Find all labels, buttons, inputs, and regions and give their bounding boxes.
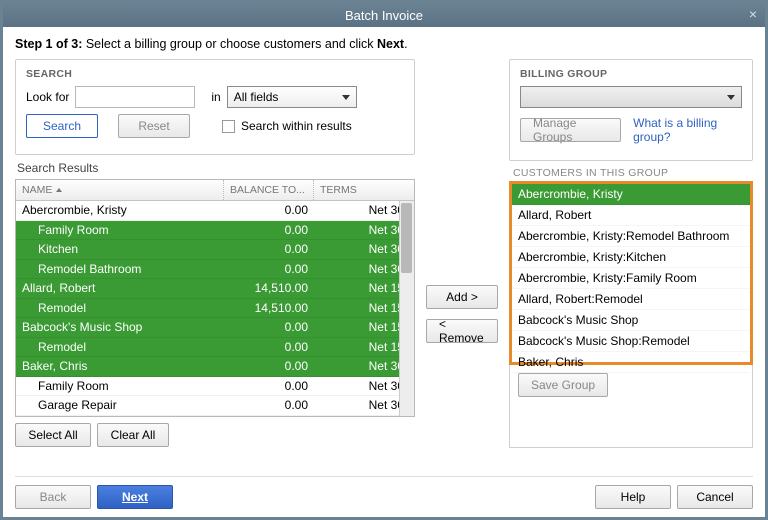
in-label: in [211, 90, 220, 104]
remove-button[interactable]: < Remove [426, 319, 498, 343]
select-all-button[interactable]: Select All [15, 423, 91, 447]
billing-group-title: BILLING GROUP [520, 68, 742, 80]
list-item[interactable]: Allard, Robert:Remodel [512, 289, 750, 310]
batch-invoice-window: Batch Invoice × Step 1 of 3: Select a bi… [0, 0, 768, 520]
list-item[interactable]: Abercrombie, Kristy:Family Room [512, 268, 750, 289]
chevron-down-icon [727, 95, 735, 100]
list-item[interactable]: Allard, Robert [512, 205, 750, 226]
window-title: Batch Invoice [345, 8, 423, 23]
save-group-button[interactable]: Save Group [518, 373, 608, 397]
sort-asc-icon [56, 188, 62, 192]
list-item[interactable]: Abercrombie, Kristy [512, 184, 750, 205]
table-row[interactable]: Baker, Chris0.00Net 30 [16, 357, 414, 377]
search-within-checkbox[interactable] [222, 120, 235, 133]
results-label: Search Results [17, 161, 415, 175]
table-row[interactable]: Remodel Bathroom0.00Net 30 [16, 260, 414, 280]
table-row[interactable]: Allard, Robert14,510.00Net 15 [16, 279, 414, 299]
search-within-label: Search within results [241, 119, 352, 133]
table-row[interactable]: Kitchen0.00Net 30 [16, 240, 414, 260]
table-row[interactable]: Garage Repair0.00Net 30 [16, 396, 414, 416]
list-item[interactable]: Abercrombie, Kristy:Remodel Bathroom [512, 226, 750, 247]
search-button[interactable]: Search [26, 114, 98, 138]
table-row[interactable]: Family Room0.00Net 30 [16, 221, 414, 241]
table-row[interactable]: Remodel14,510.00Net 15 [16, 299, 414, 319]
lookfor-label: Look for [26, 90, 69, 104]
table-row[interactable]: Remodel0.00Net 15 [16, 338, 414, 358]
grid-header[interactable]: NAME BALANCE TO... TERMS [16, 180, 414, 201]
titlebar: Batch Invoice × [3, 3, 765, 27]
billing-group-select[interactable] [520, 86, 742, 108]
lookfor-input[interactable] [75, 86, 195, 108]
step-instruction: Step 1 of 3: Select a billing group or c… [15, 37, 753, 51]
customers-label: CUSTOMERS IN THIS GROUP [513, 167, 753, 179]
fields-select[interactable]: All fields [227, 86, 357, 108]
dialog-footer: Back Next Help Cancel [15, 476, 753, 509]
table-row[interactable]: Babcock's Music Shop0.00Net 15 [16, 318, 414, 338]
add-button[interactable]: Add > [426, 285, 498, 309]
search-panel: SEARCH Look for in All fields Search Res… [15, 59, 415, 155]
list-item[interactable]: Babcock's Music Shop:Remodel [512, 331, 750, 352]
chevron-down-icon [342, 95, 350, 100]
results-grid: NAME BALANCE TO... TERMS Abercrombie, Kr… [15, 179, 415, 417]
back-button[interactable]: Back [15, 485, 91, 509]
billing-group-panel: BILLING GROUP Manage Groups What is a bi… [509, 59, 753, 161]
cancel-button[interactable]: Cancel [677, 485, 753, 509]
customers-list[interactable]: Abercrombie, KristyAllard, RobertAbercro… [509, 181, 753, 365]
search-title: SEARCH [26, 68, 404, 80]
table-row[interactable]: Family Room0.00Net 30 [16, 377, 414, 397]
list-item[interactable]: Babcock's Music Shop [512, 310, 750, 331]
clear-all-button[interactable]: Clear All [97, 423, 169, 447]
next-button[interactable]: Next [97, 485, 173, 509]
reset-button[interactable]: Reset [118, 114, 190, 138]
list-item[interactable]: Abercrombie, Kristy:Kitchen [512, 247, 750, 268]
table-row[interactable]: Abercrombie, Kristy0.00Net 30 [16, 201, 414, 221]
close-icon[interactable]: × [749, 6, 757, 22]
help-button[interactable]: Help [595, 485, 671, 509]
scroll-thumb[interactable] [401, 203, 412, 273]
scrollbar[interactable] [399, 201, 414, 416]
manage-groups-button[interactable]: Manage Groups [520, 118, 621, 142]
what-is-link[interactable]: What is a billing group? [633, 116, 742, 144]
